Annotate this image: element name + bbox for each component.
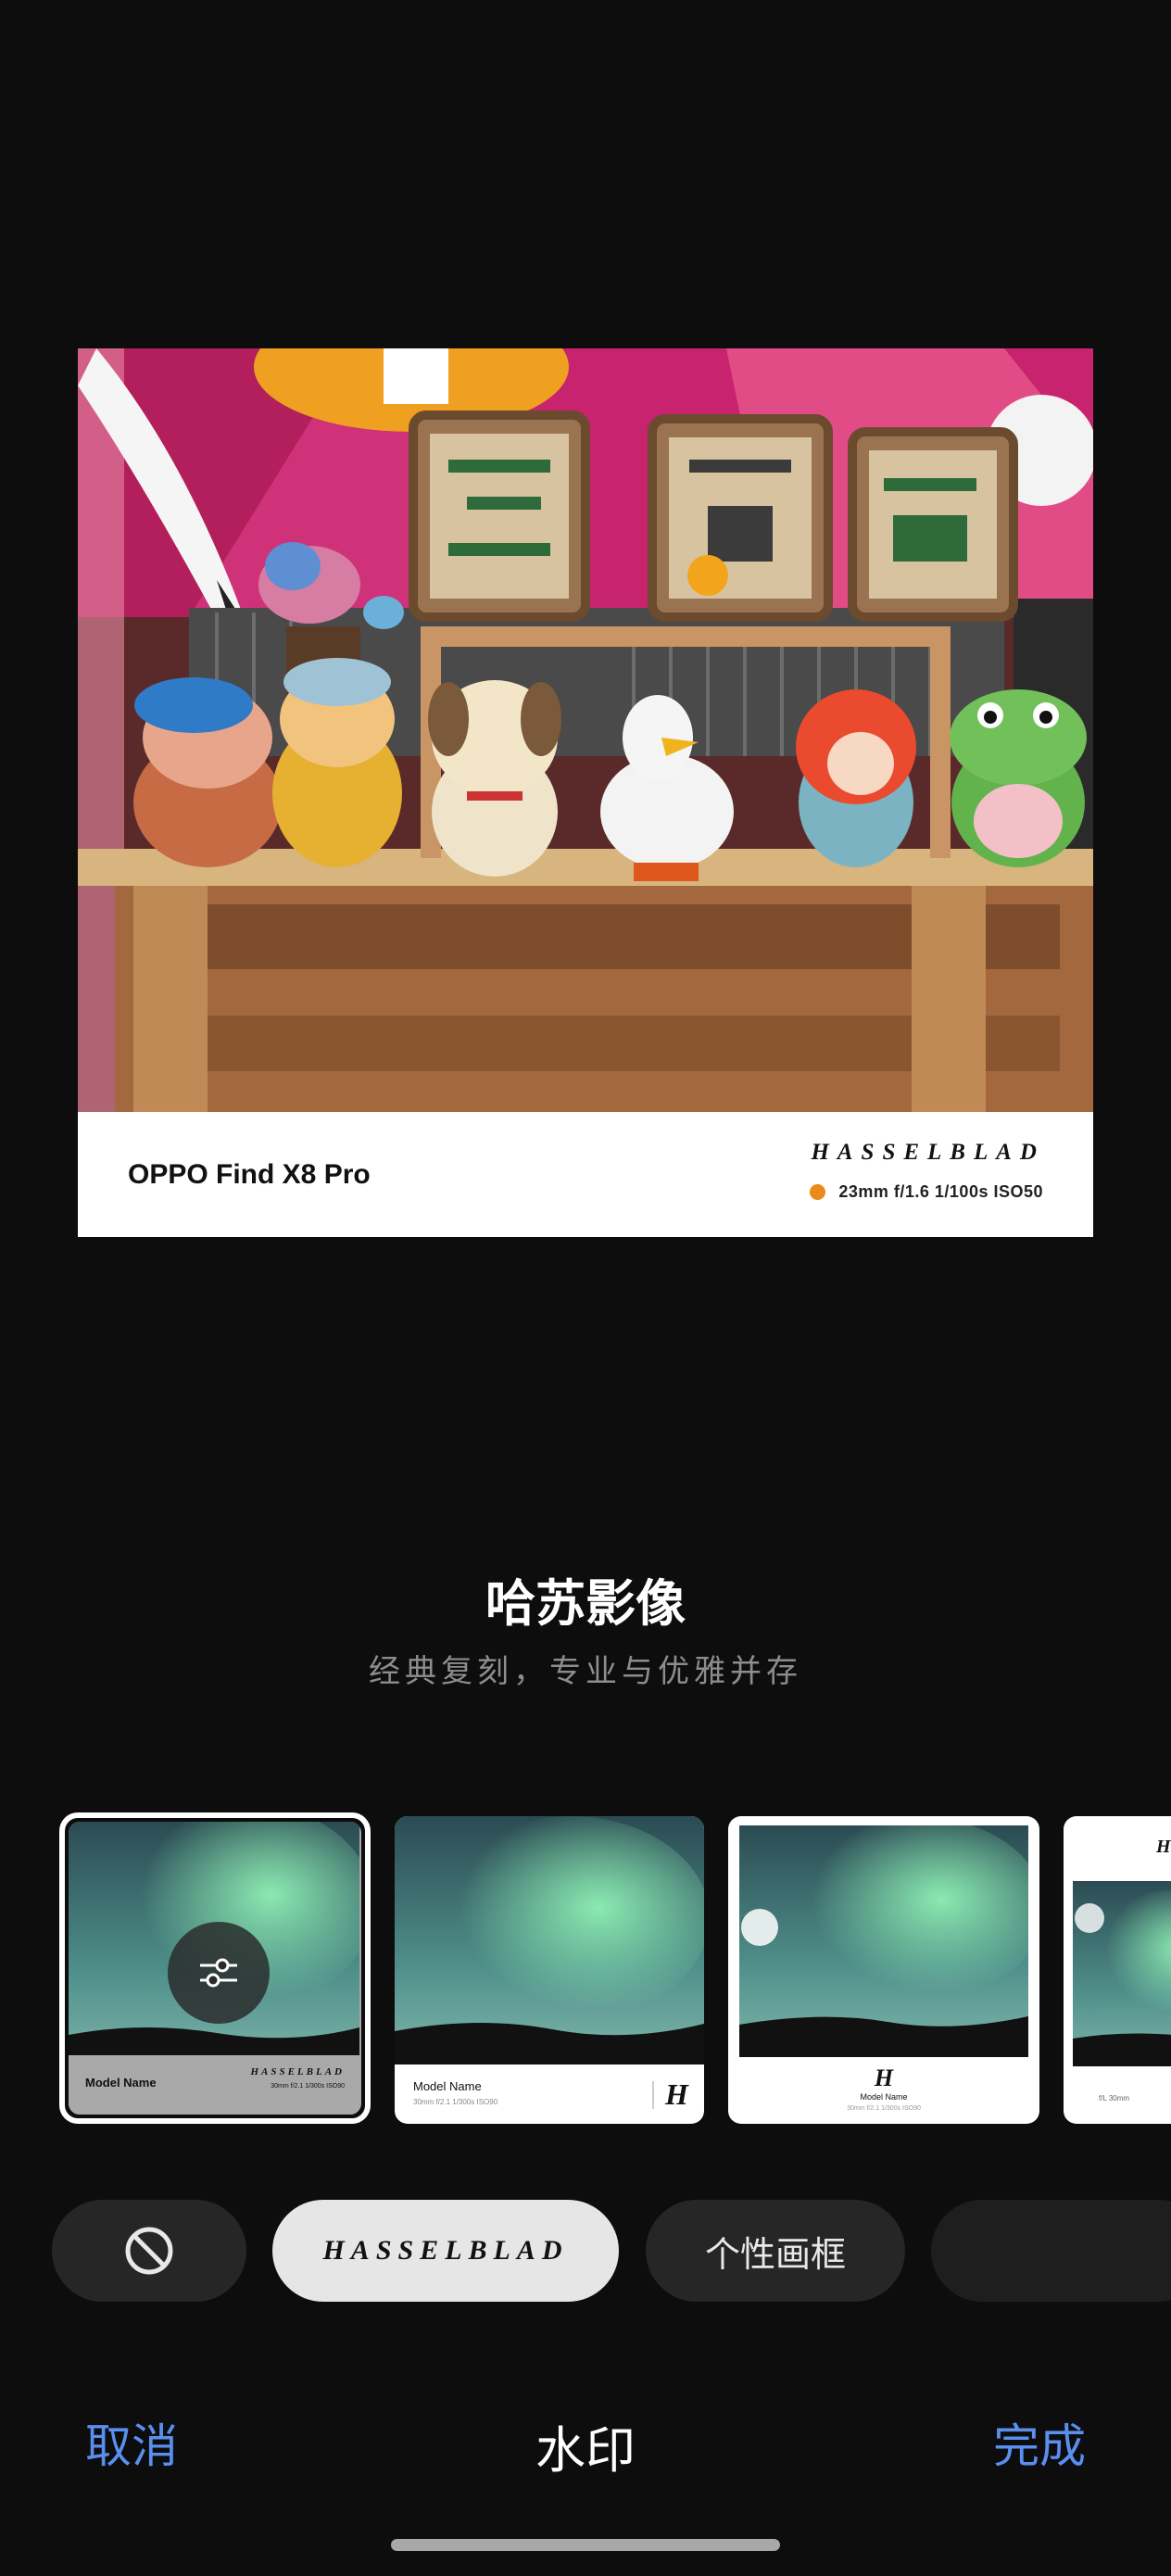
template-params: 30mm f/2.1 1/300s ISO90 bbox=[847, 2105, 921, 2112]
brand-logo-text: HASSELBLAD bbox=[811, 1140, 1045, 1165]
orange-dot-icon bbox=[810, 1184, 826, 1200]
template-model: Model Name bbox=[413, 2079, 482, 2093]
camera-params-row: 23mm f/1.6 1/100s ISO50 bbox=[810, 1182, 1043, 1202]
hasselblad-chip[interactable]: HASSELBLAD bbox=[272, 2200, 619, 2302]
h-logo-icon: H bbox=[665, 2077, 688, 2111]
adjust-button[interactable] bbox=[168, 1922, 270, 2024]
aurora-thumbnail bbox=[1073, 1881, 1171, 2066]
custom-frame-chip-label: 个性画框 bbox=[704, 2233, 846, 2275]
style-subtitle: 经典复刻，专业与优雅并存 bbox=[369, 1653, 802, 1690]
template-brand: HASSELBLAD bbox=[250, 2066, 345, 2077]
home-indicator[interactable] bbox=[391, 2539, 780, 2551]
more-chip[interactable] bbox=[931, 2200, 1171, 2302]
template-frame-centered[interactable]: H Model Name 30mm f/2.1 1/300s ISO90 bbox=[728, 1816, 1039, 2124]
preview-photo bbox=[78, 348, 1093, 1112]
done-button[interactable]: 完成 bbox=[993, 2409, 1086, 2476]
style-title: 哈苏影像 bbox=[485, 1574, 686, 1633]
template-model: Model Name bbox=[860, 2092, 908, 2102]
h-logo-icon: H bbox=[1156, 1837, 1171, 1857]
template-partial[interactable]: H f/L 30mm bbox=[1064, 1816, 1171, 2124]
template-classic-selected[interactable]: Model Name HASSELBLAD 30mm f/2.1 1/300s … bbox=[59, 1812, 371, 2124]
no-watermark-button[interactable] bbox=[52, 2200, 246, 2302]
no-entry-icon bbox=[125, 2227, 173, 2275]
watermark-preview: OPPO Find X8 Pro HASSELBLAD 23mm f/1.6 1… bbox=[78, 348, 1093, 1237]
hasselblad-chip-label: HASSELBLAD bbox=[322, 2235, 569, 2266]
template-params: 30mm f/2.1 1/300s ISO90 bbox=[413, 2098, 498, 2106]
aurora-thumbnail bbox=[395, 1816, 704, 2065]
template-model: Model Name bbox=[85, 2076, 157, 2090]
template-params: f/L 30mm bbox=[1099, 2094, 1130, 2102]
camera-params: 23mm f/1.6 1/100s ISO50 bbox=[838, 1182, 1043, 1201]
model-name: OPPO Find X8 Pro bbox=[128, 1159, 371, 1190]
h-logo-icon: H bbox=[874, 2065, 894, 2091]
divider bbox=[652, 2081, 654, 2109]
template-params: 30mm f/2.1 1/300s ISO90 bbox=[271, 2083, 345, 2090]
template-white-bar[interactable]: Model Name 30mm f/2.1 1/300s ISO90 H bbox=[395, 1816, 704, 2124]
custom-frame-chip[interactable]: 个性画框 bbox=[646, 2200, 905, 2302]
aurora-thumbnail bbox=[739, 1825, 1028, 2057]
sliders-icon bbox=[200, 1958, 237, 1988]
template-classic-card: Model Name HASSELBLAD 30mm f/2.1 1/300s … bbox=[69, 1822, 361, 2115]
watermark-bar: OPPO Find X8 Pro HASSELBLAD 23mm f/1.6 1… bbox=[78, 1112, 1093, 1237]
figurines-photo bbox=[78, 348, 1093, 1112]
